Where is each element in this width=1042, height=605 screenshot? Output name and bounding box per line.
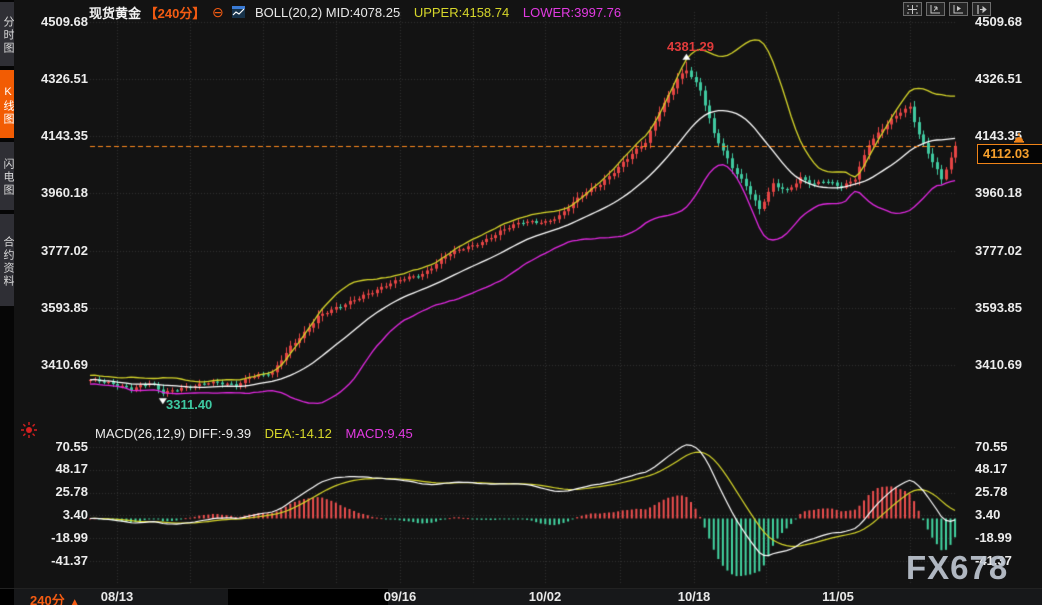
- scrollbar-thumb[interactable]: [228, 589, 388, 605]
- indicator-settings-icon[interactable]: [20, 421, 38, 444]
- axis-play-icon[interactable]: [949, 2, 968, 16]
- x-axis-date-2: 10/02: [529, 589, 562, 604]
- bottom-axis-strip: 240分 ▲: [0, 588, 1042, 605]
- price-axis-left-2: 4143.35: [36, 128, 88, 143]
- x-axis-date-0: 08/13: [101, 589, 134, 604]
- price-axis-right-6: 3410.69: [975, 357, 1027, 372]
- chevron-up-icon: ▲: [70, 597, 80, 605]
- price-axis-right-0: 4509.68: [975, 14, 1027, 29]
- x-axis-date-4: 11/05: [822, 589, 854, 604]
- price-axis-right-5: 3593.85: [975, 300, 1027, 315]
- macd-axis-right-3: 3.40: [975, 507, 1027, 522]
- period-tag: 【240分】: [145, 6, 206, 21]
- boll-upper-readout: UPPER:4158.74: [414, 5, 509, 20]
- macd-axis-right-0: 70.55: [975, 439, 1027, 454]
- price-axis-left-3: 3960.18: [36, 185, 88, 200]
- sidebar: 分时图 K线图 闪电图 合约资料: [0, 0, 14, 605]
- boll-lower-readout: LOWER:3997.76: [523, 5, 621, 20]
- price-axis-left-6: 3410.69: [36, 357, 88, 372]
- x-axis-date-1: 09/16: [384, 589, 417, 604]
- period-selector[interactable]: 240分 ▲: [30, 590, 80, 605]
- price-axis-left-0: 4509.68: [36, 14, 88, 29]
- macd-axis-right-4: -18.99: [975, 530, 1027, 545]
- bottom-left-corner: [0, 589, 14, 605]
- chart-header: 现货黄金 【240分】 ⊖ BOLL(20,2) MID:4078.25 UPP…: [89, 3, 621, 20]
- crosshair-icon[interactable]: [903, 2, 922, 16]
- price-axis-right-3: 3960.18: [975, 185, 1027, 200]
- macd-axis-left-3: 3.40: [36, 507, 88, 522]
- high-price-annotation: 4381.29: [667, 39, 714, 54]
- x-axis-date-3: 10/18: [678, 589, 711, 604]
- sidebar-item-flash-chart[interactable]: 闪电图: [0, 142, 14, 210]
- sidebar-item-contract-info[interactable]: 合约资料: [0, 214, 14, 306]
- symbol-title: 现货黄金: [89, 6, 141, 21]
- macd-axis-left-0: 70.55: [36, 439, 88, 454]
- sidebar-item-timeline-chart[interactable]: 分时图: [0, 2, 14, 66]
- macd-axis-left-4: -18.99: [36, 530, 88, 545]
- macd-value-readout: MACD:9.45: [346, 426, 413, 441]
- price-axis-right-4: 3777.02: [975, 243, 1027, 258]
- macd-axis-right-2: 25.78: [975, 484, 1027, 499]
- macd-header: MACD(26,12,9) DIFF:-9.39 DEA:-14.12 MACD…: [95, 426, 413, 441]
- price-axis-right-1: 4326.51: [975, 71, 1027, 86]
- collapse-indicator-icon[interactable]: ⊖: [212, 4, 224, 20]
- period-selector-label: 240分: [30, 593, 65, 605]
- price-axis-left-4: 3777.02: [36, 243, 88, 258]
- axis-scale-icon[interactable]: [926, 2, 945, 16]
- mini-chart-icon: [232, 6, 245, 21]
- price-axis-left-1: 4326.51: [36, 71, 88, 86]
- low-price-annotation: 3311.40: [166, 397, 212, 412]
- macd-axis-right-1: 48.17: [975, 461, 1027, 476]
- current-price-tag: 4112.03: [977, 144, 1042, 164]
- kline-app-window: 分时图 K线图 闪电图 合约资料 现货黄金 【240分】 ⊖ BOLL(20,2…: [0, 0, 1042, 605]
- sidebar-item-kline-chart[interactable]: K线图: [0, 70, 14, 138]
- boll-mid-readout: BOLL(20,2) MID:4078.25: [255, 5, 400, 20]
- macd-diff-readout: MACD(26,12,9) DIFF:-9.39: [95, 426, 251, 441]
- pan-right-icon[interactable]: [972, 2, 991, 16]
- watermark: FX678: [906, 549, 1008, 587]
- price-axis-left-5: 3593.85: [36, 300, 88, 315]
- macd-axis-left-1: 48.17: [36, 461, 88, 476]
- macd-dea-readout: DEA:-14.12: [265, 426, 332, 441]
- macd-axis-left-5: -41.37: [36, 553, 88, 568]
- macd-axis-left-2: 25.78: [36, 484, 88, 499]
- kline-chart-canvas[interactable]: [0, 0, 1042, 605]
